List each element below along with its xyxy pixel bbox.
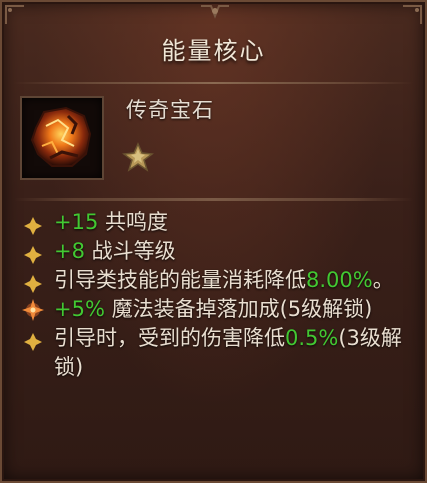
attribute-text: 共鸣度 [98,210,169,234]
gold-bullet-icon [24,243,42,264]
legendary-bullet-icon [21,298,45,322]
gold-bullet-icon [24,272,42,293]
section-divider [14,198,413,201]
item-icon-frame [20,96,104,180]
attribute-text: 魔法装备掉落加成(5级解锁) [104,297,373,321]
attribute-value: +15 [54,210,99,234]
attribute-list: +15 共鸣度 +8 战斗等级 引导类技能的能量消耗降低8.00%。 +5% 魔… [21,208,419,382]
item-title: 能量核心 [161,37,266,65]
gold-bullet-icon [24,214,42,235]
attribute-text: 引导时，受到的伤害降低 [54,326,285,350]
attribute-text: 战斗等级 [84,239,176,263]
attribute-value: +8 [54,239,85,263]
gold-bullet-icon [24,330,42,351]
item-type-label: 传奇宝石 [126,98,214,122]
attribute-value: 8.00% [306,268,373,292]
item-tooltip: 能量核心 传奇宝石 +15 共鸣度 +8 战斗等级 引导类技能的能量消耗降低8.… [0,0,427,483]
top-ornament-icon [201,4,229,20]
attribute-value: +5% [54,297,105,321]
attribute-resonance: +15 共鸣度 [24,208,419,237]
attribute-value: 0.5% [285,326,339,350]
molten-gem-icon [30,106,92,167]
star-icon [122,142,154,172]
title-divider [14,82,413,84]
attribute-text: 引导类技能的能量消耗降低 [54,268,306,292]
attribute-magic-find: +5% 魔法装备掉落加成(5级解锁) [21,295,419,324]
attribute-combat-level: +8 战斗等级 [24,237,419,266]
attribute-suffix: 。 [372,268,394,292]
attribute-channel-damage: 引导时，受到的伤害降低0.5%(3级解锁) [24,324,419,382]
attribute-energy-cost: 引导类技能的能量消耗降低8.00%。 [24,266,419,295]
